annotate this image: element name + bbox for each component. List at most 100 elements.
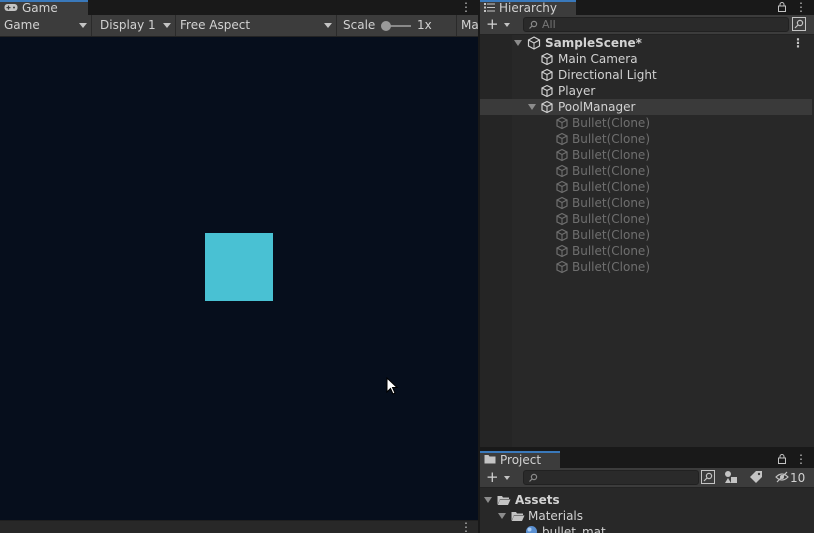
game-mode-value: Game <box>4 18 40 32</box>
hierarchy-tab-strip: Hierarchy ⋮ <box>480 0 814 15</box>
game-bottom-bar: ⋮ <box>0 520 478 533</box>
tab-game[interactable]: Game <box>0 0 88 15</box>
label-tag-icon[interactable] <box>749 470 765 486</box>
list-item-label: Assets <box>515 493 560 507</box>
list-item[interactable]: Bullet(Clone) <box>480 243 812 259</box>
lock-icon[interactable] <box>778 453 786 467</box>
hierarchy-list-icon <box>484 2 495 15</box>
list-item[interactable]: Bullet(Clone) <box>480 131 812 147</box>
hierarchy-search-field[interactable] <box>523 17 789 32</box>
hierarchy-toolbar: + <box>480 15 814 35</box>
list-item-label: Bullet(Clone) <box>572 212 650 226</box>
list-item[interactable]: Materials <box>480 508 812 524</box>
gamepad-icon <box>4 2 18 15</box>
tab-hierarchy-label: Hierarchy <box>499 1 558 15</box>
list-item[interactable]: PoolManager <box>480 99 812 115</box>
project-toolbar: + 10 <box>480 468 814 488</box>
project-tab-strip: Project ⋮ <box>480 449 814 468</box>
list-item-label: PoolManager <box>558 100 636 114</box>
maximize-on-play-button[interactable]: Ma <box>461 15 478 36</box>
list-item-label: Bullet(Clone) <box>572 148 650 162</box>
scale-value: 1x <box>417 18 432 32</box>
list-item-label: bullet_mat <box>542 525 606 533</box>
game-bottom-menu-icon[interactable]: ⋮ <box>460 521 472 533</box>
hierarchy-list: SampleScene* ⋮ Main Camera Directional L… <box>480 35 814 447</box>
scene-name: SampleScene* <box>545 36 642 50</box>
list-item[interactable]: Bullet(Clone) <box>480 227 812 243</box>
chevron-down-icon <box>504 476 510 480</box>
search-by-scene-icon[interactable] <box>701 470 717 486</box>
display-value: Display 1 <box>100 18 156 32</box>
aspect-dropdown[interactable]: Free Aspect <box>176 15 337 36</box>
list-item[interactable]: Bullet(Clone) <box>480 211 812 227</box>
gameobject-cube-icon <box>555 260 569 278</box>
chevron-down-icon <box>324 23 332 28</box>
add-object-button[interactable]: + <box>486 16 499 33</box>
list-item-label: Player <box>558 84 596 98</box>
project-tree: Assets Materials bullet_mat <box>480 489 814 533</box>
lock-icon[interactable] <box>778 1 786 15</box>
tab-hierarchy[interactable]: Hierarchy <box>480 0 576 15</box>
game-mode-dropdown[interactable]: Game <box>0 15 92 36</box>
list-item[interactable]: Main Camera <box>480 51 812 67</box>
hidden-packages-icon[interactable] <box>775 470 791 486</box>
display-dropdown[interactable]: Display 1 <box>92 15 176 36</box>
scene-search-icon[interactable] <box>792 17 808 33</box>
game-panel-menu-icon[interactable]: ⋮ <box>460 1 472 13</box>
project-panel-menu-icon[interactable]: ⋮ <box>795 453 807 465</box>
scale-control: Scale 1x <box>337 15 457 36</box>
list-item-label: Bullet(Clone) <box>572 116 650 130</box>
game-panel: Game ⋮ Game Display 1 Free Aspect Scale … <box>0 0 478 533</box>
chevron-down-icon <box>163 23 171 28</box>
list-item-label: Main Camera <box>558 52 638 66</box>
list-item-label: Bullet(Clone) <box>572 260 650 274</box>
project-search-field[interactable] <box>523 470 699 485</box>
hierarchy-panel: Hierarchy ⋮ + SampleScene* ⋮ <box>480 0 814 447</box>
folder-icon <box>484 453 496 468</box>
list-item-label: Directional Light <box>558 68 657 82</box>
hidden-packages-count: 10 <box>790 471 806 485</box>
search-by-type-icon[interactable] <box>724 470 740 486</box>
scene-menu-icon[interactable]: ⋮ <box>792 35 804 51</box>
list-item-label: Bullet(Clone) <box>572 180 650 194</box>
fold-arrow-icon[interactable] <box>484 497 492 503</box>
tab-game-label: Game <box>22 1 58 15</box>
scale-label: Scale <box>343 18 376 32</box>
fold-arrow-icon[interactable] <box>514 40 522 46</box>
list-item-label: Bullet(Clone) <box>572 244 650 258</box>
list-item[interactable]: Player <box>480 83 812 99</box>
scene-row[interactable]: SampleScene* ⋮ <box>480 35 812 51</box>
scale-slider-handle[interactable] <box>381 21 391 31</box>
fold-arrow-icon[interactable] <box>528 104 536 110</box>
list-item-label: Bullet(Clone) <box>572 196 650 210</box>
aspect-value: Free Aspect <box>180 18 251 32</box>
project-search-input[interactable] <box>542 471 682 484</box>
tab-project[interactable]: Project <box>480 451 560 468</box>
list-item[interactable]: Bullet(Clone) <box>480 115 812 131</box>
fold-arrow-icon[interactable] <box>498 513 506 519</box>
list-item-label: Bullet(Clone) <box>572 132 650 146</box>
search-icon <box>528 19 538 33</box>
list-item[interactable]: Assets <box>480 492 812 508</box>
hierarchy-panel-menu-icon[interactable]: ⋮ <box>795 1 807 13</box>
tab-project-label: Project <box>500 453 542 467</box>
game-tab-strip: Game ⋮ <box>0 0 478 15</box>
chevron-down-icon <box>79 23 87 28</box>
search-icon <box>528 472 538 486</box>
list-item-label: Bullet(Clone) <box>572 164 650 178</box>
project-panel: Project ⋮ + 10 Assets Materials bullet_m… <box>480 449 814 533</box>
hierarchy-search-input[interactable] <box>542 18 754 31</box>
list-item[interactable]: Bullet(Clone) <box>480 259 812 275</box>
list-item[interactable]: Bullet(Clone) <box>480 179 812 195</box>
list-item[interactable]: Directional Light <box>480 67 812 83</box>
list-item[interactable]: Bullet(Clone) <box>480 147 812 163</box>
game-viewport[interactable] <box>0 37 478 520</box>
list-item-label: Bullet(Clone) <box>572 228 650 242</box>
game-toolbar: Game Display 1 Free Aspect Scale 1x Ma <box>0 15 478 37</box>
list-item[interactable]: Bullet(Clone) <box>480 163 812 179</box>
list-item[interactable]: bullet_mat <box>480 524 812 533</box>
material-sphere-icon <box>525 525 538 533</box>
list-item[interactable]: Bullet(Clone) <box>480 195 812 211</box>
player-sprite <box>205 233 273 301</box>
create-asset-button[interactable]: + <box>486 469 499 486</box>
